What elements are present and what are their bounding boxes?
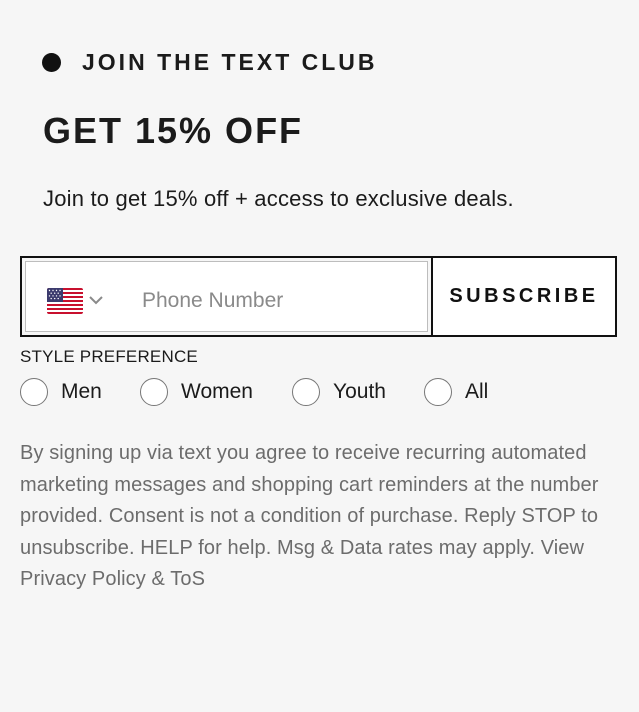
offer-headline: GET 15% OFF xyxy=(43,110,304,151)
text-club-eyebrow: JOIN THE TEXT CLUB xyxy=(42,49,378,76)
eyebrow-title: JOIN THE TEXT CLUB xyxy=(82,49,378,75)
radio-option-youth[interactable]: Youth xyxy=(292,378,386,406)
bullet-dot-icon xyxy=(42,53,61,72)
style-preference-label: STYLE PREFERENCE xyxy=(20,347,198,366)
link-joiner: & xyxy=(151,568,165,590)
tos-link[interactable]: ToS xyxy=(170,568,205,590)
radio-label: All xyxy=(465,380,489,403)
radio-button[interactable] xyxy=(20,378,48,406)
radio-option-men[interactable]: Men xyxy=(20,378,102,406)
chevron-down-icon[interactable] xyxy=(88,292,104,308)
radio-option-all[interactable]: All xyxy=(424,378,488,406)
radio-button[interactable] xyxy=(292,378,320,406)
legal-disclaimer: By signing up via text you agree to rece… xyxy=(20,438,625,596)
offer-description: Join to get 15% off + access to exclusiv… xyxy=(43,186,514,211)
us-flag-icon[interactable] xyxy=(47,288,83,314)
radio-button[interactable] xyxy=(424,378,452,406)
subscribe-button[interactable]: SUBSCRIBE xyxy=(431,258,615,335)
phone-number-input[interactable] xyxy=(132,284,422,318)
disclaimer-text: By signing up via text you agree to rece… xyxy=(20,442,599,559)
phone-field-container xyxy=(25,261,428,332)
radio-option-women[interactable]: Women xyxy=(140,378,253,406)
radio-button[interactable] xyxy=(140,378,168,406)
phone-signup-form: SUBSCRIBE xyxy=(20,256,617,337)
radio-label: Youth xyxy=(333,380,386,403)
radio-label: Men xyxy=(61,380,102,403)
radio-label: Women xyxy=(181,380,253,403)
